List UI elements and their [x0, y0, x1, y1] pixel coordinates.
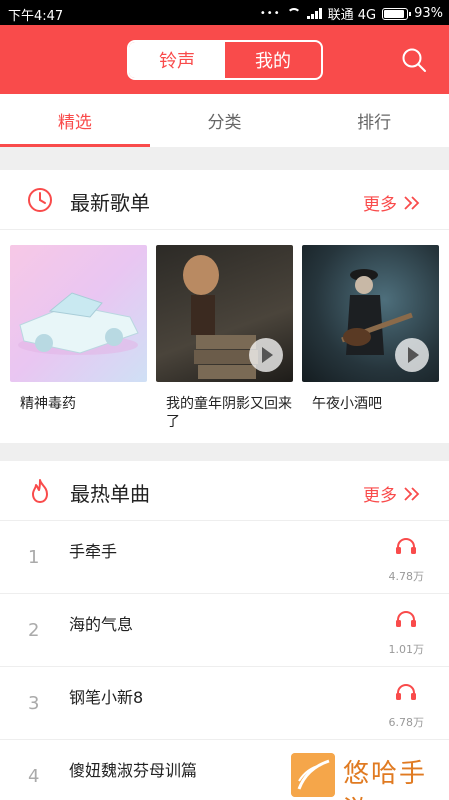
- song-row[interactable]: 2 海的气息 1.01万: [0, 594, 449, 667]
- more-label: 更多: [363, 486, 397, 506]
- section-title: 最热单曲: [70, 482, 150, 506]
- tab-mine[interactable]: 我的: [225, 42, 321, 78]
- song-rank: 2: [28, 620, 40, 641]
- section-header: 最热单曲 更多: [0, 461, 449, 521]
- watermark-text: 悠哈手游: [343, 759, 428, 800]
- play-count: 1.01万: [388, 643, 425, 656]
- flame-icon: [32, 479, 48, 503]
- playlist-card[interactable]: 我的童年阴影又回来了: [156, 245, 293, 431]
- tab-ringtone[interactable]: 铃声: [129, 42, 225, 78]
- status-time: 下午4:47: [8, 9, 64, 24]
- tab-rankings[interactable]: 排行: [299, 94, 449, 147]
- signal-icon: [306, 8, 322, 19]
- playlist-card[interactable]: 精神毒药: [10, 245, 147, 413]
- playlist-cover: [156, 245, 293, 382]
- search-icon[interactable]: [401, 47, 427, 73]
- carrier-label: 联通 4G: [327, 8, 377, 23]
- play-count: 6.78万: [388, 716, 425, 729]
- song-row[interactable]: 1 手牵手 4.78万: [0, 521, 449, 594]
- playlist-name: 精神毒药: [20, 396, 76, 412]
- headphones-icon[interactable]: [395, 683, 417, 701]
- playlist-name: 我的童年阴影又回来了: [166, 396, 292, 430]
- song-title: 手牵手: [69, 542, 118, 561]
- headphones-icon[interactable]: [395, 610, 417, 628]
- watermark: 悠哈手游: [285, 749, 449, 800]
- watermark-logo-icon: [291, 753, 335, 797]
- play-icon[interactable]: [249, 338, 283, 372]
- play-count: 4.78万: [388, 570, 425, 583]
- more-label: 更多: [363, 195, 397, 215]
- play-icon[interactable]: [395, 338, 429, 372]
- playlist-cover: [10, 245, 147, 382]
- song-rank: 4: [28, 766, 40, 787]
- car-illustration: [18, 292, 139, 355]
- status-bar: 下午4:47 ••• 联通 4G 93%: [0, 0, 449, 25]
- playlist-name: 午夜小酒吧: [312, 396, 382, 412]
- double-chevron-right-icon: [404, 195, 420, 210]
- tab-featured[interactable]: 精选: [0, 94, 150, 147]
- notification-dots-icon: •••: [259, 8, 281, 19]
- song-title: 傻妞魏淑芬母训篇: [69, 761, 198, 780]
- song-title: 钢笔小新8: [69, 688, 144, 707]
- playlist-cover: [302, 245, 439, 382]
- playlist-row: 精神毒药 我的童年阴影又回来了 午夜小酒吧: [0, 230, 449, 443]
- song-row[interactable]: 3 钢笔小新8 6.78万: [0, 667, 449, 740]
- section-title: 最新歌单: [70, 191, 150, 215]
- tab-categories[interactable]: 分类: [150, 94, 300, 147]
- song-title: 海的气息: [69, 615, 134, 634]
- playlist-card[interactable]: 午夜小酒吧: [302, 245, 439, 413]
- more-singles-link[interactable]: 更多: [363, 481, 421, 506]
- wifi-icon: [286, 8, 301, 19]
- double-chevron-right-icon: [404, 486, 420, 501]
- app-header: 铃声 我的: [0, 25, 449, 94]
- mode-switch: 铃声 我的: [127, 40, 323, 80]
- headphones-icon[interactable]: [395, 537, 417, 555]
- more-playlists-link[interactable]: 更多: [363, 190, 421, 215]
- status-indicators: ••• 联通 4G 93%: [260, 4, 443, 23]
- section-header: 最新歌单 更多: [0, 170, 449, 230]
- battery-icon: [382, 7, 412, 20]
- newest-playlists-section: 最新歌单 更多 精神毒药 我的童年阴影又回来了 午夜小酒吧: [0, 170, 449, 443]
- battery-percent: 93%: [414, 6, 443, 21]
- category-tabs: 精选 分类 排行: [0, 94, 449, 147]
- clock-icon: [28, 188, 52, 212]
- song-rank: 1: [28, 547, 40, 568]
- song-rank: 3: [28, 693, 40, 714]
